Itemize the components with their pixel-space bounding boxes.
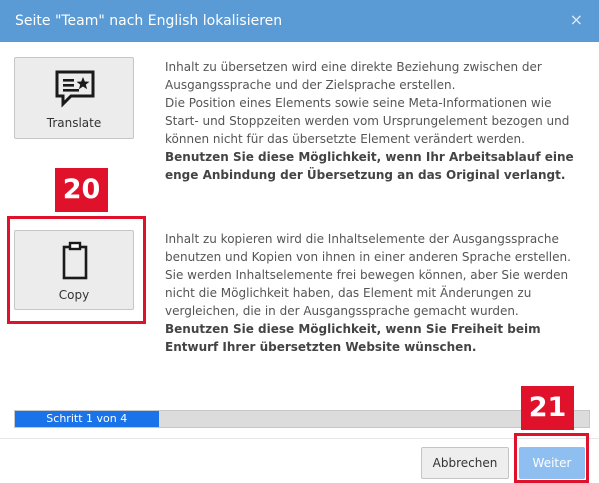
copy-button[interactable]: Copy xyxy=(14,230,134,310)
copy-description: Inhalt zu kopieren wird die Inhaltseleme… xyxy=(165,230,585,356)
translate-label: Translate xyxy=(46,116,102,130)
copy-label: Copy xyxy=(58,288,90,302)
clipboard-icon xyxy=(62,241,88,280)
footer-divider xyxy=(0,438,599,439)
dialog-title: Seite "Team" nach English lokalisieren xyxy=(15,13,283,29)
copy-text: Inhalt zu kopieren wird die Inhaltseleme… xyxy=(165,232,571,264)
translate-text-2: Die Position eines Elements sowie seine … xyxy=(165,96,570,146)
chat-star-icon xyxy=(55,70,95,108)
close-icon[interactable]: × xyxy=(570,11,583,29)
dialog-titlebar: Seite "Team" nach English lokalisieren × xyxy=(0,0,599,42)
progress-label: Schritt 1 von 4 xyxy=(46,412,128,425)
translate-button[interactable]: Translate xyxy=(14,57,134,139)
translate-text: Inhalt zu übersetzen wird eine direkte B… xyxy=(165,60,542,92)
translate-description: Inhalt zu übersetzen wird eine direkte B… xyxy=(165,58,585,184)
translate-emphasis: Benutzen Sie diese Möglichkeit, wenn Ihr… xyxy=(165,150,574,182)
annotation-badge-20: 20 xyxy=(55,168,108,212)
copy-text-2: Sie werden Inhaltselemente frei bewegen … xyxy=(165,268,569,318)
progress-fill: Schritt 1 von 4 xyxy=(15,411,159,427)
wizard-progress-bar: Schritt 1 von 4 xyxy=(14,410,590,428)
cancel-button[interactable]: Abbrechen xyxy=(421,447,509,479)
copy-emphasis: Benutzen Sie diese Möglichkeit, wenn Sie… xyxy=(165,322,541,354)
annotation-badge-21: 21 xyxy=(521,386,574,430)
annotation-highlight-next xyxy=(514,433,589,483)
